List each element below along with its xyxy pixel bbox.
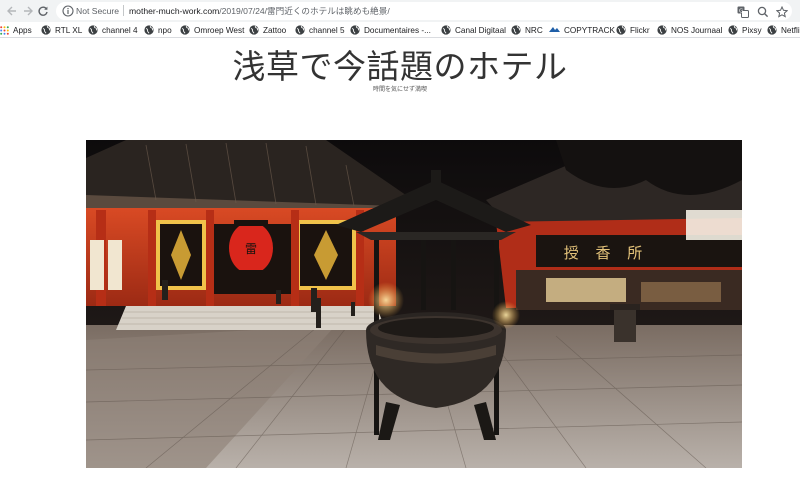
globe-icon (249, 25, 259, 35)
bookmark-netflix[interactable]: Netfli (767, 24, 800, 36)
temple-night-photo: 雷 授 香 所 (86, 140, 742, 468)
svg-text:雷: 雷 (245, 242, 257, 256)
bookmark-label: RTL XL (55, 25, 83, 35)
reload-icon (38, 6, 48, 16)
temple-sign-text: 授 香 所 (564, 244, 649, 262)
bookmark-channel-4[interactable]: channel 4 (88, 24, 138, 36)
arrow-right-icon (24, 6, 33, 16)
svg-text:G: G (739, 8, 743, 14)
globe-icon (616, 25, 626, 35)
apps-grid-icon (0, 25, 9, 35)
globe-icon (88, 25, 98, 35)
bookmark-label: npo (158, 25, 172, 35)
globe-icon (41, 25, 51, 35)
bookmark-nos-journaal[interactable]: NOS Journaal (657, 24, 722, 36)
bookmark-omroep-west[interactable]: Omroep West (180, 24, 244, 36)
bookmark-pixsy[interactable]: Pixsy (728, 24, 762, 36)
globe-icon (441, 25, 451, 35)
back-button[interactable] (4, 3, 20, 19)
bookmark-copytrack[interactable]: COPYTRACK (549, 24, 615, 36)
bookmark-label: COPYTRACK (564, 25, 615, 35)
globe-icon (295, 25, 305, 35)
globe-icon (728, 25, 738, 35)
address-bar[interactable]: Not Secure mother-much-work.com/2019/07/… (56, 2, 792, 20)
bookmark-label: Flickr (630, 25, 650, 35)
bookmark-label: NOS Journaal (671, 25, 723, 35)
bookmark-label: Zattoo (263, 25, 287, 35)
url-host: mother-much-work.com (129, 6, 220, 16)
bookmark-label: NRC (525, 25, 543, 35)
bookmarks-bar: Apps RTL XL channel 4 npo Omroep West Za… (0, 22, 800, 38)
bookmark-npo[interactable]: npo (144, 24, 172, 36)
bookmark-label: Canal Digitaal (455, 25, 506, 35)
reload-button[interactable] (35, 3, 51, 19)
globe-icon (144, 25, 154, 35)
info-icon[interactable] (62, 5, 74, 17)
globe-icon (657, 25, 667, 35)
translate-button[interactable]: G (736, 5, 749, 18)
security-status[interactable]: Not Secure (76, 5, 119, 17)
copytrack-icon (549, 27, 560, 32)
bookmark-label: channel 5 (309, 25, 345, 35)
globe-icon (350, 25, 360, 35)
globe-icon (767, 25, 777, 35)
translate-icon: G (737, 6, 749, 18)
bookmark-star-button[interactable] (775, 5, 788, 18)
url-text[interactable]: mother-much-work.com/2019/07/24/雷門近くのホテル… (129, 5, 390, 17)
zoom-button[interactable] (756, 5, 769, 18)
url-path: /2019/07/24/雷門近くのホテルは眺めも絶景/ (219, 6, 390, 16)
omnibox-divider (123, 5, 124, 16)
bookmark-documentaires[interactable]: Documentaires -... (350, 24, 431, 36)
hero-image[interactable]: 雷 授 香 所 (86, 140, 742, 468)
star-icon (775, 5, 788, 18)
bookmark-flickr[interactable]: Flickr (616, 24, 650, 36)
bookmark-label: Pixsy (742, 25, 762, 35)
bookmark-rtl-xl[interactable]: RTL XL (41, 24, 82, 36)
globe-icon (511, 25, 521, 35)
bookmark-channel-5[interactable]: channel 5 (295, 24, 345, 36)
bookmark-label: Netfli (781, 25, 800, 35)
bookmark-zattoo[interactable]: Zattoo (249, 24, 286, 36)
bookmark-label: channel 4 (102, 25, 138, 35)
bookmark-nrc[interactable]: NRC (511, 24, 543, 36)
arrow-left-icon (7, 6, 16, 16)
site-tagline: 時間を気にせず満喫 (372, 86, 427, 93)
globe-icon (180, 25, 190, 35)
bookmark-label: Documentaires -... (364, 25, 431, 35)
bookmark-apps[interactable]: Apps (0, 24, 32, 36)
bookmark-label: Apps (13, 25, 32, 35)
browser-toolbar: Not Secure mother-much-work.com/2019/07/… (0, 0, 800, 22)
bookmark-label: Omroep West (194, 25, 245, 35)
magnifier-icon (757, 6, 768, 17)
bookmark-canal-digitaal[interactable]: Canal Digitaal (441, 24, 506, 36)
site-title[interactable]: 浅草で今話題のホテル (0, 46, 800, 88)
forward-button[interactable] (20, 3, 36, 19)
